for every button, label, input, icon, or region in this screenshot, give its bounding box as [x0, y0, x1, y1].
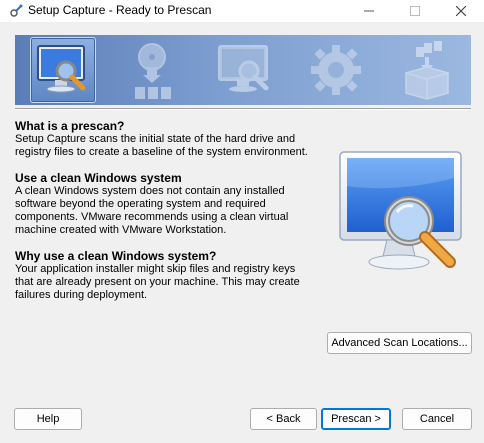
setup-capture-window: Setup Capture - Ready to Prescan What is… [0, 0, 484, 443]
step-package [394, 37, 460, 103]
step-prescan [30, 37, 96, 103]
close-button[interactable] [438, 0, 484, 22]
back-button[interactable]: < Back [250, 408, 317, 430]
maximize-button[interactable] [392, 0, 438, 22]
title-bar: Setup Capture - Ready to Prescan [0, 0, 484, 22]
section-body: A clean Windows system does not contain … [15, 185, 289, 236]
disc-install-icon [135, 43, 171, 99]
step-configure [303, 37, 369, 103]
monitor-magnifier-icon [339, 151, 462, 270]
wizard-steps-banner [15, 35, 471, 105]
window-title: Setup Capture - Ready to Prescan [28, 3, 212, 17]
step-install [119, 37, 185, 103]
gear-icon [311, 45, 361, 95]
package-box-icon [405, 41, 449, 100]
advanced-scan-locations-button[interactable]: Advanced Scan Locations... [327, 332, 472, 354]
section-heading: What is a prescan? [15, 119, 125, 133]
banner-divider [15, 108, 471, 110]
gear-wrench-icon [10, 4, 23, 17]
monitor-magnifier-icon [37, 45, 86, 93]
help-button[interactable]: Help [14, 408, 82, 430]
maximize-icon [410, 6, 420, 16]
step-postscan [212, 37, 278, 103]
section-clean-windows: Use a clean Windows system A clean Windo… [15, 171, 315, 237]
prescan-button[interactable]: Prescan > [321, 408, 391, 430]
cancel-button[interactable]: Cancel [402, 408, 472, 430]
section-body: Setup Capture scans the initial state of… [15, 133, 308, 158]
section-body: Your application installer might skip fi… [15, 263, 300, 301]
section-heading: Why use a clean Windows system? [15, 249, 217, 263]
close-icon [456, 6, 466, 16]
section-heading: Use a clean Windows system [15, 171, 182, 185]
monitor-magnifier-icon [218, 45, 269, 92]
minimize-button[interactable] [346, 0, 392, 22]
section-what-is-prescan: What is a prescan? Setup Capture scans t… [15, 119, 315, 159]
section-why-clean: Why use a clean Windows system? Your app… [15, 249, 315, 302]
minimize-icon [364, 10, 374, 12]
